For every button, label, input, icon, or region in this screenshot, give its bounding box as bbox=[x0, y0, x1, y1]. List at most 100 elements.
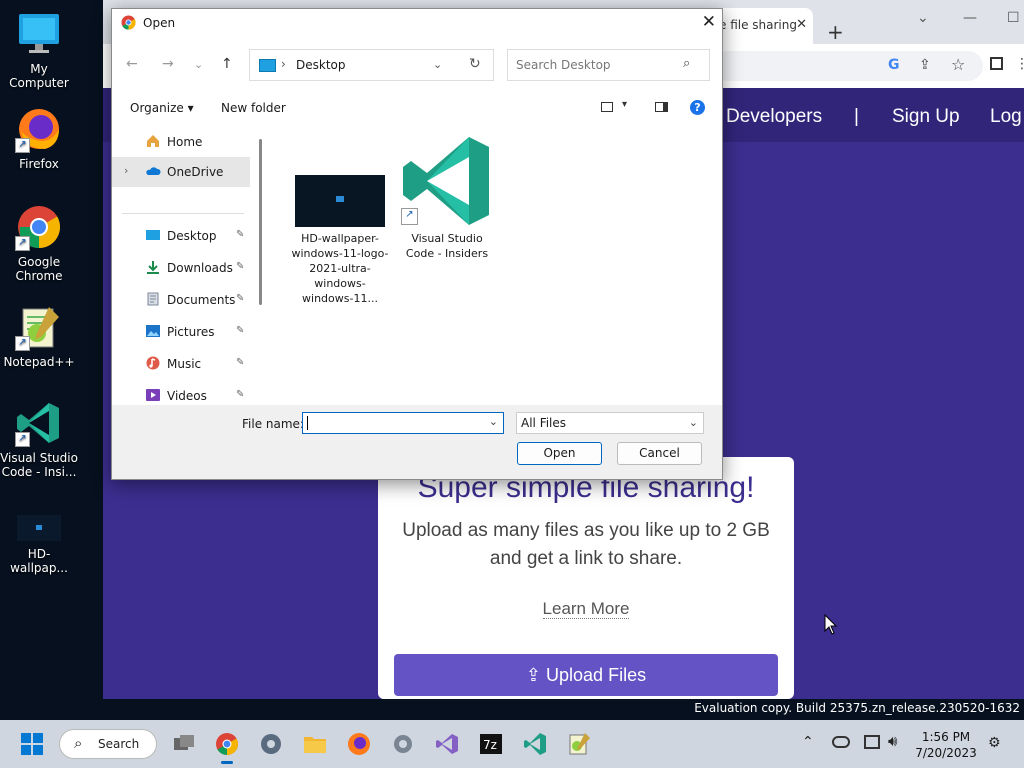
tab-search-icon[interactable]: ⌄ bbox=[917, 10, 929, 26]
onedrive-tray-icon[interactable] bbox=[832, 736, 850, 748]
file-item-hd-wallpaper[interactable]: HD-wallpaper-windows-11-logo-2021-ultra-… bbox=[290, 175, 390, 306]
show-hidden-icons-chevron-icon[interactable]: ⌃ bbox=[802, 734, 814, 750]
up-arrow-icon[interactable]: ↑ bbox=[221, 56, 233, 72]
desktop-icon-my-computer[interactable]: My Computer bbox=[0, 10, 78, 90]
address-breadcrumb[interactable]: › Desktop ⌄ ↻ bbox=[249, 49, 494, 81]
wallpaper-thumbnail-icon bbox=[15, 513, 63, 543]
learn-more-label[interactable]: Learn More bbox=[542, 599, 630, 619]
cancel-button[interactable]: Cancel bbox=[617, 442, 702, 465]
nav-item-downloads[interactable]: Downloads ✎ bbox=[112, 253, 250, 283]
shortcut-arrow-icon: ↗ bbox=[15, 432, 30, 447]
new-tab-button[interactable]: + bbox=[827, 20, 844, 44]
nav-sign-up[interactable]: Sign Up bbox=[892, 106, 960, 128]
vscode-insiders-icon: ↗ bbox=[15, 399, 63, 447]
search-desktop-field[interactable]: Search Desktop ⌕ bbox=[507, 49, 710, 81]
network-icon[interactable] bbox=[864, 735, 880, 749]
upload-files-button[interactable]: ⇪ Upload Files bbox=[394, 654, 778, 696]
taskbar-chrome-icon[interactable] bbox=[215, 732, 239, 764]
nav-item-music[interactable]: Music ✎ bbox=[112, 349, 250, 379]
nav-item-desktop[interactable]: Desktop ✎ bbox=[112, 221, 250, 251]
pin-icon: ✎ bbox=[236, 229, 245, 240]
share-icon[interactable]: ⇪ bbox=[919, 57, 931, 73]
address-bar[interactable] bbox=[713, 51, 983, 81]
task-view-icon[interactable] bbox=[172, 732, 196, 756]
taskbar-vscode-icon[interactable] bbox=[523, 732, 547, 756]
preview-pane-icon[interactable] bbox=[655, 102, 668, 112]
address-dropdown-chevron-icon[interactable]: ⌄ bbox=[433, 58, 442, 71]
organize-menu[interactable]: Organize ▾ bbox=[130, 101, 194, 115]
desktop-icon-label: My Computer bbox=[9, 62, 69, 90]
nav-item-pictures[interactable]: Pictures ✎ bbox=[112, 317, 250, 347]
maximize-icon[interactable]: ☐ bbox=[1007, 10, 1020, 26]
view-options-icon[interactable] bbox=[601, 102, 613, 112]
taskbar-settings-icon[interactable] bbox=[259, 732, 283, 756]
file-name-dropdown-chevron-icon[interactable]: ⌄ bbox=[489, 415, 498, 428]
nav-developers[interactable]: Developers bbox=[726, 106, 822, 128]
desktop-icon-hd-wallpaper[interactable]: HD-wallpap... bbox=[0, 513, 78, 575]
shortcut-arrow-icon: ↗ bbox=[401, 208, 418, 225]
desktop-icon-vscode-insiders[interactable]: ↗ Visual Studio Code - Insi... bbox=[0, 399, 78, 479]
nav-pane-scrollbar[interactable] bbox=[259, 139, 262, 305]
learn-more-link[interactable]: Learn More bbox=[378, 599, 794, 619]
shortcut-arrow-icon: ↗ bbox=[15, 236, 30, 251]
desktop-icon-firefox[interactable]: ↗ Firefox bbox=[0, 105, 78, 171]
nav-item-home[interactable]: Home bbox=[112, 127, 250, 157]
search-icon: ⌕ bbox=[683, 56, 691, 71]
forward-arrow-icon[interactable]: → bbox=[162, 56, 174, 72]
desktop-icon-chrome[interactable]: ↗ Google Chrome bbox=[0, 203, 78, 283]
nav-login[interactable]: Log bbox=[990, 106, 1022, 128]
pin-icon: ✎ bbox=[236, 293, 245, 304]
clock-time: 1:56 PM bbox=[921, 730, 971, 744]
firefox-icon: ↗ bbox=[15, 105, 63, 153]
menu-icon[interactable]: ⋮ bbox=[1015, 56, 1024, 72]
recent-locations-chevron-icon[interactable]: ⌄ bbox=[194, 58, 203, 71]
refresh-icon[interactable]: ↻ bbox=[469, 56, 481, 72]
nav-item-label: OneDrive bbox=[167, 165, 224, 179]
nav-item-onedrive[interactable]: › OneDrive bbox=[112, 157, 250, 187]
view-chevron-icon[interactable]: ▾ bbox=[622, 99, 627, 110]
side-panel-icon[interactable] bbox=[990, 57, 1003, 70]
back-arrow-icon[interactable]: ← bbox=[126, 56, 138, 72]
bookmark-star-icon[interactable]: ☆ bbox=[951, 55, 965, 74]
desktop-icon bbox=[146, 230, 160, 240]
file-name-label: HD-wallpaper-windows-11-logo-2021-ultra-… bbox=[291, 232, 389, 305]
minimize-icon[interactable]: — bbox=[963, 10, 977, 26]
taskbar-visual-studio-icon[interactable] bbox=[435, 732, 459, 756]
taskbar-7zip-icon[interactable]: 7z bbox=[479, 732, 503, 756]
command-bar: Organize ▾ New folder ▾ ? bbox=[112, 95, 722, 123]
start-windows-icon[interactable] bbox=[20, 732, 44, 756]
browser-tab[interactable]: e file sharing ✕ bbox=[713, 8, 813, 44]
video-icon bbox=[146, 389, 160, 401]
google-icon[interactable]: G bbox=[888, 57, 900, 73]
pin-icon: ✎ bbox=[236, 389, 245, 400]
file-item-vscode-insiders[interactable]: ↗ Visual Studio Code - Insiders bbox=[397, 133, 497, 261]
help-icon[interactable]: ? bbox=[690, 100, 705, 115]
taskbar-search[interactable]: ⌕ Search bbox=[59, 729, 157, 759]
download-icon bbox=[147, 261, 159, 274]
desktop-icon-label: Firefox bbox=[19, 157, 59, 171]
cloud-icon bbox=[146, 167, 161, 175]
pin-icon: ✎ bbox=[236, 261, 245, 272]
taskbar-gear-icon[interactable] bbox=[391, 732, 415, 756]
tab-close-icon[interactable]: ✕ bbox=[796, 8, 807, 42]
tab-title: e file sharing bbox=[719, 18, 797, 32]
search-placeholder: Search Desktop bbox=[516, 58, 611, 72]
new-folder-button[interactable]: New folder bbox=[221, 101, 286, 115]
vscode-insiders-icon: ↗ bbox=[399, 133, 495, 229]
taskbar-notepadpp-icon[interactable] bbox=[567, 732, 591, 756]
taskbar-file-explorer-icon[interactable] bbox=[303, 732, 327, 756]
desktop-icon-notepadpp[interactable]: ↗ Notepad++ bbox=[0, 303, 78, 369]
breadcrumb-desktop[interactable]: Desktop bbox=[296, 58, 346, 72]
notification-bell-icon[interactable]: ⚙ bbox=[988, 735, 1001, 751]
volume-icon[interactable]: 🔊︎ bbox=[888, 732, 897, 750]
clock-date: 7/20/2023 bbox=[915, 746, 977, 760]
file-type-select[interactable]: All Files ⌄ bbox=[516, 412, 704, 434]
file-name-input[interactable]: ⌄ bbox=[302, 412, 504, 434]
text-caret bbox=[307, 416, 308, 430]
dialog-close-icon[interactable]: ✕ bbox=[702, 12, 716, 32]
expand-chevron-icon[interactable]: › bbox=[124, 164, 128, 177]
taskbar-firefox-icon[interactable] bbox=[347, 732, 371, 756]
system-clock[interactable]: 1:56 PM 7/20/2023 bbox=[912, 729, 980, 761]
open-button[interactable]: Open bbox=[517, 442, 602, 465]
nav-item-documents[interactable]: Documents ✎ bbox=[112, 285, 250, 315]
